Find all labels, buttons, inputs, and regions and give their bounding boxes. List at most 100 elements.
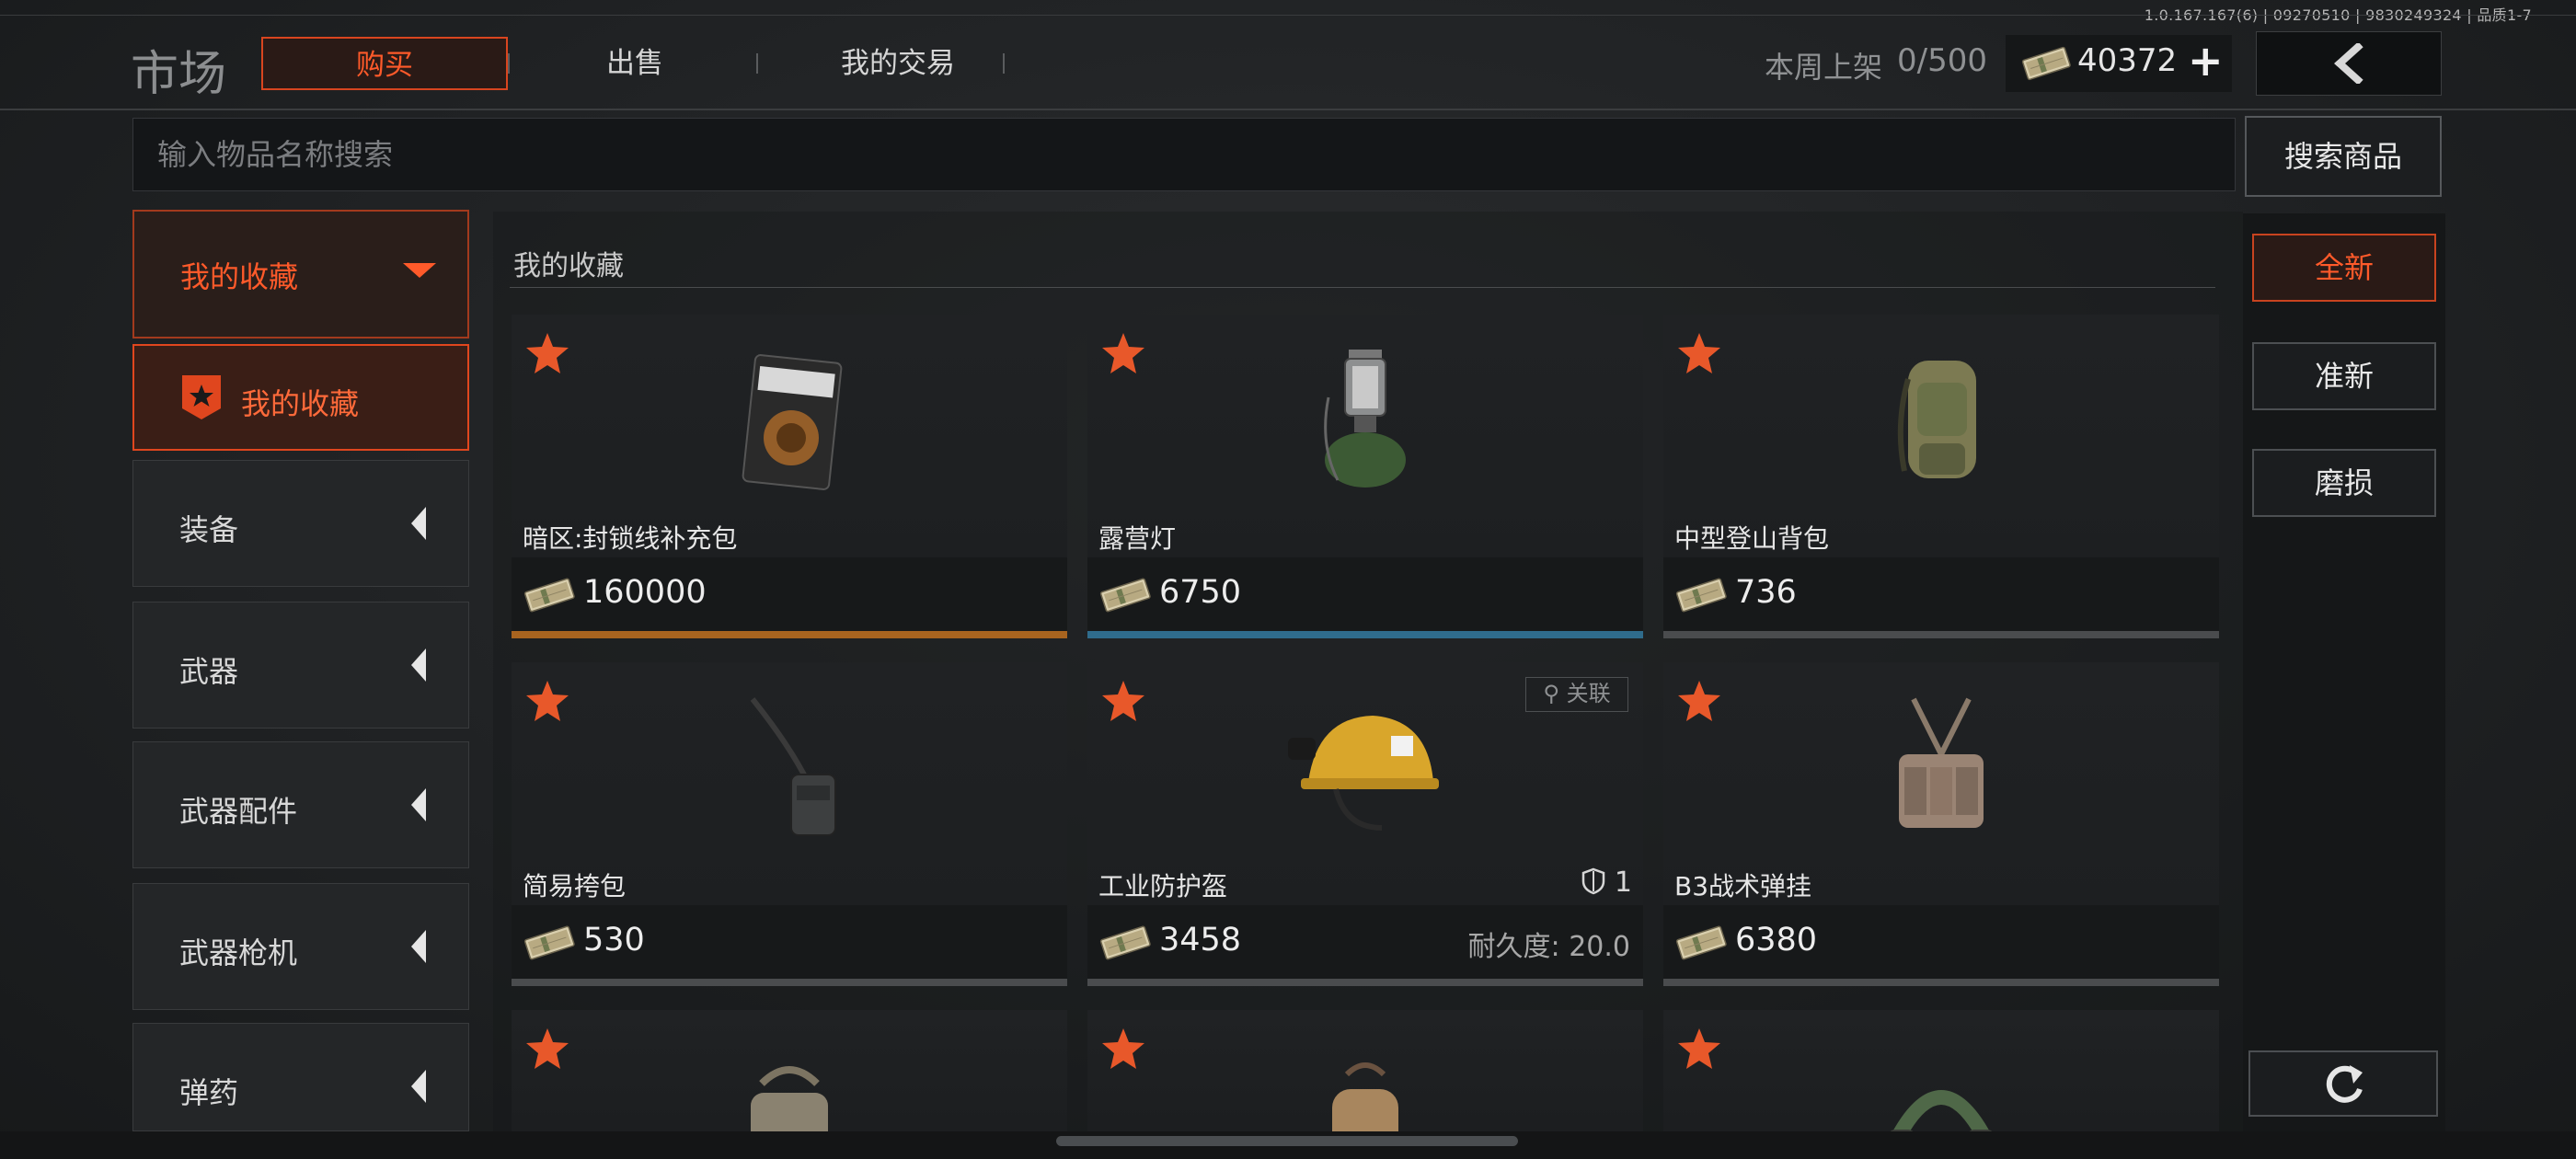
refresh-button[interactable] [2248, 1050, 2438, 1117]
section-title: 我的收藏 [513, 250, 624, 282]
sidebar-item-weapon-attachments[interactable]: 武器配件 [132, 741, 469, 868]
tab-buy[interactable]: 购买 [261, 37, 508, 90]
item-card[interactable]: B3战术弹挂 6380 [1663, 662, 2219, 986]
sidebar-item-weapons[interactable]: 武器 [132, 602, 469, 729]
cash-icon [1674, 576, 1728, 613]
rarity-bar [512, 979, 1067, 986]
version-text: 1.0.167.167(6) | 09270510 | 9830249324 |… [2144, 6, 2532, 24]
filter-brand-new[interactable]: 全新 [2252, 234, 2436, 302]
chevron-left-icon [411, 788, 426, 821]
star-icon[interactable] [1100, 679, 1146, 723]
rarity-bar [1663, 631, 2219, 638]
pouch-image [1332, 1062, 1398, 1131]
camping-lantern-image [1324, 350, 1406, 488]
rarity-bar [1087, 979, 1643, 986]
item-card[interactable] [1663, 1010, 2219, 1131]
star-icon[interactable] [1676, 679, 1722, 723]
sidebar-item-ammo[interactable]: 弹药 [132, 1023, 469, 1131]
headset-image [1890, 1090, 1993, 1131]
item-card[interactable]: 中型登山背包 736 [1663, 315, 2219, 638]
item-price: 530 [583, 922, 645, 958]
search-button[interactable]: 搜索商品 [2245, 116, 2442, 197]
item-price: 736 [1735, 574, 1797, 611]
tab-divider [508, 53, 510, 74]
price-row: 530 [512, 905, 1067, 981]
item-name: B3战术弹挂 [1674, 871, 1812, 901]
chevron-left-icon [411, 648, 426, 682]
vest-image [751, 1066, 828, 1131]
sidebar-item-my-favorites[interactable]: 我的收藏 [132, 344, 469, 451]
star-icon[interactable] [524, 1027, 570, 1071]
cash-icon [1674, 924, 1728, 960]
durability-text: 耐久度: 20.0 [1467, 931, 1630, 963]
price-row: 6380 [1663, 905, 2219, 981]
item-name: 露营灯 [1098, 523, 1177, 554]
price-row: 736 [1663, 557, 2219, 633]
star-icon[interactable] [1676, 1027, 1722, 1071]
sidebar-group-favorites[interactable]: 我的收藏 [132, 210, 469, 339]
sidebar-item-label: 武器 [179, 654, 239, 689]
refresh-icon [2326, 1065, 2363, 1103]
item-name: 暗区:封锁线补充包 [523, 523, 738, 554]
item-price: 160000 [583, 574, 707, 611]
item-name: 中型登山背包 [1674, 523, 1830, 554]
item-card[interactable] [1087, 1010, 1643, 1131]
helmet-image [1288, 716, 1439, 831]
page-title: 市场 [131, 47, 227, 102]
sidebar-item-label: 弹药 [179, 1075, 239, 1110]
rarity-bar [1087, 631, 1643, 638]
star-icon[interactable] [1676, 331, 1722, 375]
chevron-down-icon [403, 263, 436, 278]
item-name: 简易挎包 [523, 871, 627, 901]
item-price: 6380 [1735, 922, 1818, 958]
sidebar-group-label: 我的收藏 [180, 259, 299, 294]
sidebar-item-label: 我的收藏 [241, 386, 360, 421]
star-icon[interactable] [524, 679, 570, 723]
cash-icon [523, 924, 576, 960]
sidebar-item-label: 武器枪机 [179, 935, 298, 970]
chevron-left-icon [411, 1070, 426, 1103]
sidebar-item-weapon-actions[interactable]: 武器枪机 [132, 883, 469, 1010]
related-button[interactable]: ⚲ 关联 [1525, 677, 1628, 712]
star-icon[interactable] [1100, 1027, 1146, 1071]
related-label: 关联 [1566, 681, 1611, 706]
item-price: 3458 [1159, 922, 1242, 958]
filter-worn[interactable]: 磨损 [2252, 449, 2436, 517]
item-card[interactable] [512, 1010, 1067, 1131]
filter-like-new[interactable]: 准新 [2252, 342, 2436, 410]
star-icon[interactable] [1100, 331, 1146, 375]
item-card[interactable]: 暗区:封锁线补充包 160000 [512, 315, 1067, 638]
section-divider [510, 287, 2215, 288]
item-card[interactable]: 简易挎包 530 [512, 662, 1067, 986]
item-card[interactable]: ⚲ 关联 工业防护盔 1 3458 耐久度: 20.0 [1087, 662, 1643, 986]
armor-shield-icon [1582, 867, 1605, 895]
supply-pack-image [742, 354, 843, 490]
weekly-listing-value: 0/500 [1897, 42, 1987, 79]
price-row: 6750 [1087, 557, 1643, 633]
chevron-left-icon [2334, 43, 2363, 84]
cash-icon [1098, 924, 1152, 960]
back-button[interactable] [2256, 31, 2442, 96]
star-icon[interactable] [524, 331, 570, 375]
sling-bag-image [750, 697, 836, 836]
sidebar-item-label: 武器配件 [179, 794, 298, 829]
item-card[interactable]: 露营灯 6750 [1087, 315, 1643, 638]
sidebar-item-label: 装备 [179, 512, 239, 547]
rarity-bar [512, 631, 1067, 638]
item-name: 工业防护盔 [1098, 871, 1228, 901]
home-indicator[interactable] [1056, 1136, 1518, 1146]
tab-divider [1003, 53, 1005, 74]
cash-icon [523, 576, 576, 613]
armor-level-value: 1 [1614, 866, 1632, 899]
search-input[interactable] [132, 118, 2236, 191]
tab-sell[interactable]: 出售 [552, 37, 718, 90]
backpack-image [1897, 361, 1976, 478]
favorite-badge-icon [182, 375, 221, 419]
sidebar-item-equipment[interactable]: 装备 [132, 460, 469, 587]
tab-my-trades[interactable]: 我的交易 [797, 37, 999, 90]
cash-icon [1098, 576, 1152, 613]
armor-level: 1 [1581, 866, 1632, 899]
price-row: 3458 耐久度: 20.0 [1087, 905, 1643, 981]
search-icon: ⚲ [1543, 681, 1559, 706]
add-currency-icon[interactable]: + [2188, 40, 2224, 82]
